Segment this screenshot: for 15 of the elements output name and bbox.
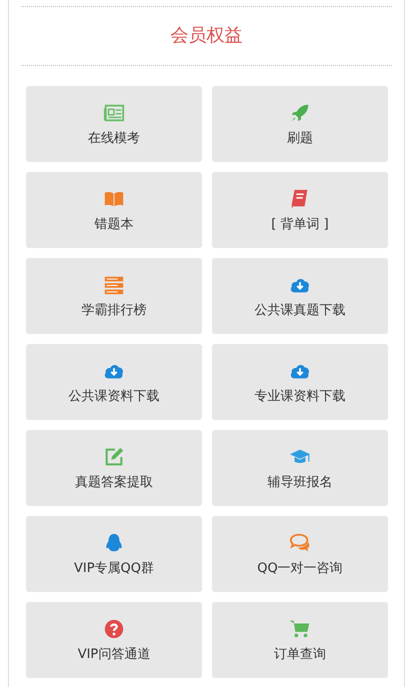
benefit-tile[interactable]: 错题本 xyxy=(26,172,202,248)
benefit-tile[interactable]: 公共课真题下载 xyxy=(212,258,388,334)
benefit-tile[interactable]: 真题答案提取 xyxy=(26,430,202,506)
benefit-tile[interactable]: VIP专属QQ群 xyxy=(26,516,202,592)
benefit-tile[interactable]: 订单查询 xyxy=(212,602,388,678)
benefit-tile[interactable]: 专业课资料下载 xyxy=(212,344,388,420)
benefit-tile[interactable]: [ 背单词 ] xyxy=(212,172,388,248)
benefit-tile[interactable]: 公共课资料下载 xyxy=(26,344,202,420)
section-title: 会员权益 xyxy=(170,24,244,48)
benefit-tile[interactable]: 学霸排行榜 xyxy=(26,258,202,334)
benefit-tile[interactable]: QQ一对一咨询 xyxy=(212,516,388,592)
benefit-tile[interactable]: VIP问答通道 xyxy=(26,602,202,678)
benefit-tile[interactable]: 辅导班报名 xyxy=(212,430,388,506)
benefit-tile[interactable]: 刷题 xyxy=(212,86,388,162)
benefit-tile[interactable]: 在线模考 xyxy=(26,86,202,162)
